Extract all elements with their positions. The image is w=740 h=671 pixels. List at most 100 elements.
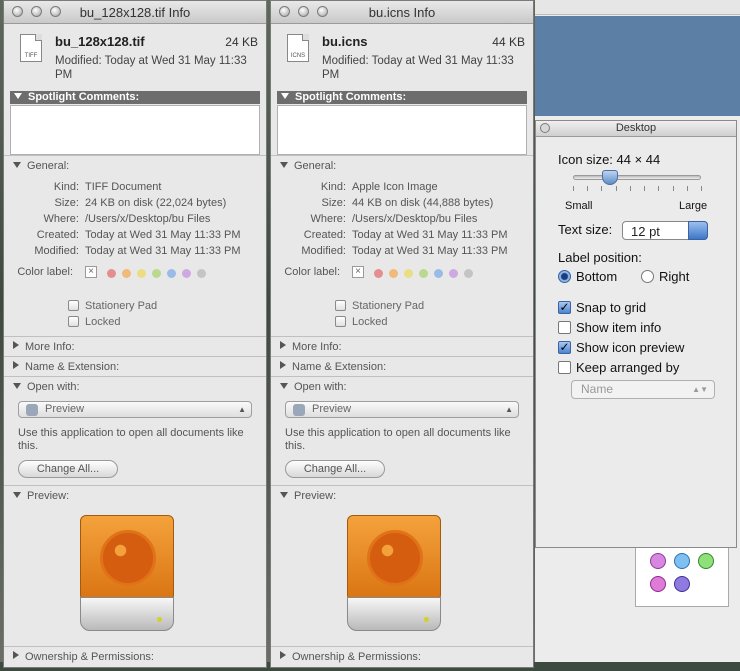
stationery-pad-checkbox[interactable] [68,300,79,311]
color-dot[interactable] [197,269,206,278]
drive-body [347,515,441,601]
keep-arranged-checkbox[interactable] [558,361,571,374]
disclosure-triangle-icon [13,492,21,498]
section-label: General: [294,160,337,172]
section-label: Name & Extension: [25,361,120,373]
color-dot[interactable] [122,269,131,278]
color-dot[interactable] [167,269,176,278]
name-extension-section-header[interactable]: Name & Extension: [13,361,119,373]
open-with-section-header[interactable]: Open with: [280,381,347,393]
disclosure-triangle-icon [280,651,286,659]
open-with-description: Use this application to open all documen… [18,427,244,452]
locked-checkbox[interactable] [68,316,79,327]
divider [271,336,533,337]
section-label: Preview: [294,490,337,502]
slider-tick [658,186,660,191]
ownership-section-header[interactable]: Ownership & Permissions: [13,651,154,663]
keep-arranged-label: Keep arranged by [576,360,680,375]
disclosure-triangle-icon [281,93,289,99]
general-section-header[interactable]: General: [280,160,336,172]
color-dot[interactable] [404,269,413,278]
more-info-section-header[interactable]: More Info: [13,341,75,353]
locked-label: Locked [85,316,121,328]
change-all-button[interactable]: Change All... [18,460,118,478]
open-with-select[interactable]: Preview ▲ [18,401,252,418]
palette-titlebar[interactable]: Desktop [536,121,736,137]
no-color-button[interactable]: × [85,266,97,278]
modified-value: Today at Wed 31 May 11:33 PM [352,245,508,257]
no-color-button[interactable]: × [352,266,364,278]
icon-size-slider-track[interactable] [573,175,701,180]
disclosure-triangle-icon [280,341,286,349]
slider-tick [672,186,674,191]
smiley-icon [650,576,666,592]
stationery-pad-checkbox[interactable] [335,300,346,311]
open-with-value: Preview [45,403,85,415]
divider [4,336,266,337]
more-info-section-header[interactable]: More Info: [280,341,342,353]
spotlight-comments-header[interactable]: Spotlight Comments: [277,91,527,104]
color-dot[interactable] [389,269,398,278]
chevron-updown-icon: ▲▼ [692,385,708,394]
open-with-section-header[interactable]: Open with: [13,381,80,393]
divider [271,356,533,357]
color-dot[interactable] [434,269,443,278]
color-dot[interactable] [449,269,458,278]
window-titlebar[interactable]: bu_128x128.tif Info [4,1,266,24]
modified-label: Modified: [34,245,79,257]
disclosure-triangle-icon [13,341,19,349]
color-dot[interactable] [152,269,161,278]
file-name: bu.icns [322,34,368,49]
color-dot[interactable] [137,269,146,278]
drive-preview-image [80,515,174,633]
preview-section-header[interactable]: Preview: [13,490,69,502]
name-extension-section-header[interactable]: Name & Extension: [280,361,386,373]
grin-icon [698,553,714,569]
general-section-header[interactable]: General: [13,160,69,172]
color-dot[interactable] [464,269,473,278]
spotlight-comments-field[interactable] [10,105,260,155]
yin-yang-icon [100,530,156,586]
slider-tick [573,186,574,191]
emoticon-panel [635,545,729,607]
locked-checkbox[interactable] [335,316,346,327]
modified-value: Today at Wed 31 May 11:33 PM [85,245,241,257]
color-dot[interactable] [182,269,191,278]
arrange-by-value: Name [581,382,614,396]
desktop-view-options-palette: Desktop Icon size: 44 × 44 Small Large T… [535,120,737,548]
text-size-select[interactable]: 12 pt [622,221,708,240]
disclosure-triangle-icon [280,383,288,389]
kind-value: TIFF Document [85,181,162,193]
chevron-updown-icon: ▲ [238,405,246,414]
disclosure-triangle-icon [13,361,19,369]
arrange-by-select[interactable]: Name ▲▼ [571,380,715,399]
color-dot[interactable] [419,269,428,278]
icon-size-slider-knob[interactable] [602,170,619,185]
ownership-section-header[interactable]: Ownership & Permissions: [280,651,421,663]
window-title: bu_128x128.tif Info [79,5,191,20]
preview-section-header[interactable]: Preview: [280,490,336,502]
radio-bottom-label: Bottom [576,269,618,284]
yin-yang-icon [367,530,423,586]
divider [4,155,266,156]
created-label: Created: [303,229,346,241]
size-row: Size: 24 KB on disk (22,024 bytes) [4,197,266,211]
divider [4,376,266,377]
show-icon-preview-checkbox[interactable]: ✓ [558,341,571,354]
window-titlebar[interactable]: bu.icns Info [271,1,533,24]
section-label: More Info: [25,341,75,353]
radio-right[interactable] [641,270,654,283]
change-all-button[interactable]: Change All... [285,460,385,478]
show-item-info-checkbox[interactable] [558,321,571,334]
color-label-row: Color label: × [271,266,533,280]
color-dot[interactable] [107,269,116,278]
radio-bottom[interactable] [558,270,571,283]
spotlight-comments-field[interactable] [277,105,527,155]
disclosure-triangle-icon [14,93,22,99]
open-with-select[interactable]: Preview ▲ [285,401,519,418]
modified-label: Modified: [301,245,346,257]
color-dot[interactable] [374,269,383,278]
spotlight-comments-header[interactable]: Spotlight Comments: [10,91,260,104]
snap-to-grid-checkbox[interactable]: ✓ [558,301,571,314]
preview-app-icon [26,404,38,416]
